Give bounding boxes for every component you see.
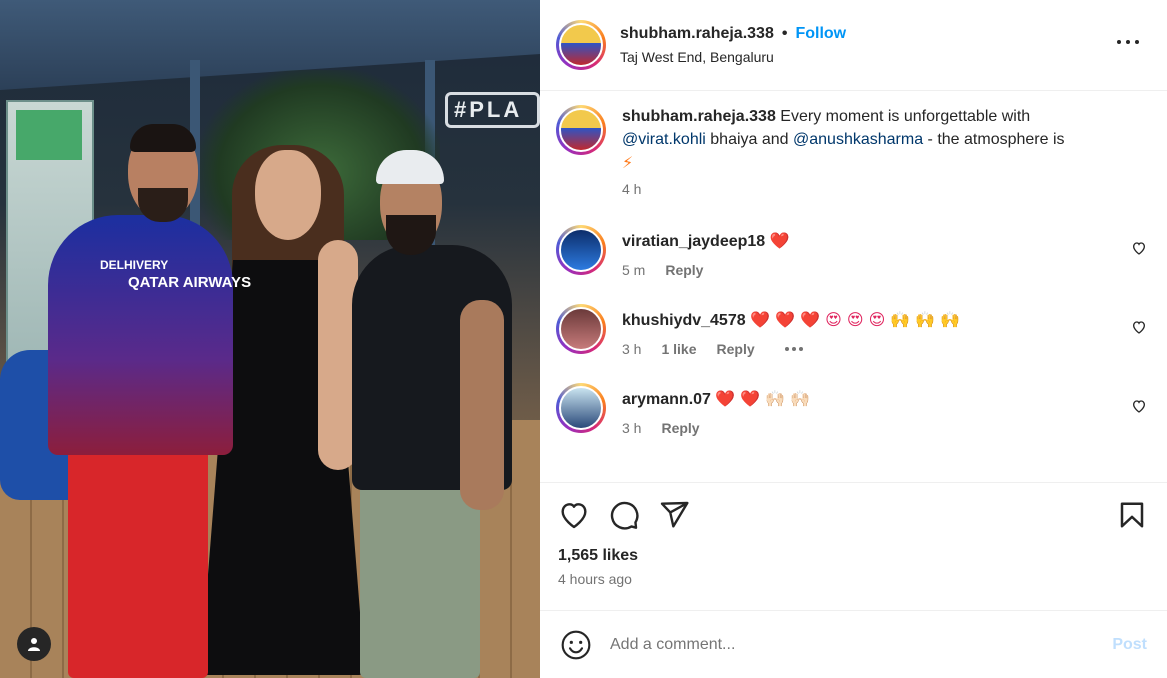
post-comment-button[interactable]: Post	[1112, 636, 1147, 654]
instagram-post: #PLA DELHIVERY QATAR AIRWAYS shubham.rah…	[0, 0, 1167, 678]
jersey-sponsor-2: QATAR AIRWAYS	[128, 274, 252, 291]
author-info: shubham.raheja.338 • Follow Taj West End…	[620, 25, 846, 65]
comment-avatar[interactable]	[556, 383, 606, 433]
comment-time[interactable]: 5 m	[622, 262, 645, 278]
comment-row: viratian_jaydeep18 ❤️ 5 m Reply	[556, 225, 1151, 278]
comment-like-icon[interactable]	[1131, 240, 1147, 256]
comment-username[interactable]: khushiydv_4578	[622, 312, 746, 329]
author-avatar[interactable]	[556, 20, 606, 70]
person-2-face	[255, 150, 321, 240]
caption-text-2: bhaiya and	[705, 131, 794, 148]
comment-text: ❤️ ❤️ ❤️ 😍 😍 😍 🙌 🙌 🙌	[750, 310, 961, 329]
post-side-panel: shubham.raheja.338 • Follow Taj West End…	[540, 0, 1167, 678]
reply-button[interactable]: Reply	[665, 262, 703, 278]
share-icon[interactable]	[658, 499, 690, 531]
person-1-jersey	[48, 215, 233, 455]
emoji-icon[interactable]	[560, 629, 592, 661]
caption-avatar[interactable]	[556, 105, 606, 155]
post-actions: 1,565 likes 4 hours ago	[540, 483, 1167, 611]
likes-count[interactable]: 1,565 likes	[558, 547, 1149, 565]
heart-icon[interactable]	[558, 499, 590, 531]
comment-avatar[interactable]	[556, 225, 606, 275]
bookmark-icon[interactable]	[1117, 499, 1147, 531]
lightning-emoji: ⚡	[622, 153, 634, 172]
separator-dot: •	[781, 25, 788, 42]
comment-likes[interactable]: 1 like	[661, 341, 696, 357]
follow-button[interactable]: Follow	[795, 25, 846, 43]
mention-anushka[interactable]: @anushkasharma	[793, 131, 923, 148]
user-tag-button[interactable]	[17, 627, 51, 661]
caption: shubham.raheja.338 Every moment is unfor…	[556, 105, 1151, 197]
reply-button[interactable]: Reply	[661, 420, 699, 436]
photo-sign: #PLA	[445, 92, 540, 128]
comment-more-icon[interactable]	[784, 347, 803, 351]
comment-text: ❤️ ❤️ 🙌🏻 🙌🏻	[715, 389, 811, 408]
comment-icon[interactable]	[608, 499, 640, 531]
caption-username[interactable]: shubham.raheja.338	[622, 108, 776, 125]
comment-avatar[interactable]	[556, 304, 606, 354]
jersey-sponsor-1: DELHIVERY	[100, 258, 169, 272]
user-tag-icon	[28, 638, 40, 651]
caption-text: shubham.raheja.338 Every moment is unfor…	[622, 105, 1151, 175]
caption-text-3: - the atmosphere is	[923, 131, 1065, 148]
comment-text: ❤️	[769, 231, 790, 250]
comment-time[interactable]: 3 h	[622, 341, 641, 357]
author-username[interactable]: shubham.raheja.338	[620, 25, 774, 43]
post-location[interactable]: Taj West End, Bengaluru	[620, 49, 846, 65]
comment-like-icon[interactable]	[1131, 319, 1147, 335]
caption-time[interactable]: 4 h	[622, 181, 641, 197]
comment-row: khushiydv_4578 ❤️ ❤️ ❤️ 😍 😍 😍 🙌 🙌 🙌 3 h …	[556, 304, 1151, 357]
person-1-hair	[130, 124, 196, 152]
comment-row: arymann.07 ❤️ ❤️ 🙌🏻 🙌🏻 3 h Reply	[556, 383, 1151, 436]
comments-section: shubham.raheja.338 Every moment is unfor…	[540, 91, 1167, 483]
person-1-trousers	[68, 440, 208, 678]
comment-time[interactable]: 3 h	[622, 420, 641, 436]
comment-username[interactable]: arymann.07	[622, 391, 711, 408]
post-header: shubham.raheja.338 • Follow Taj West End…	[540, 0, 1167, 91]
more-icon[interactable]	[1117, 38, 1139, 46]
mention-virat[interactable]: @virat.kohli	[622, 131, 706, 148]
comment-input[interactable]	[610, 635, 1101, 654]
post-photo[interactable]: #PLA DELHIVERY QATAR AIRWAYS	[0, 0, 540, 678]
comment-like-icon[interactable]	[1131, 398, 1147, 414]
person-3-arm	[460, 300, 504, 510]
add-comment-bar: Post	[540, 611, 1167, 678]
comment-username[interactable]: viratian_jaydeep18	[622, 233, 765, 250]
post-time-ago[interactable]: 4 hours ago	[558, 571, 1149, 587]
reply-button[interactable]: Reply	[717, 341, 755, 357]
caption-text-1: Every moment is unforgettable with	[775, 108, 1031, 125]
